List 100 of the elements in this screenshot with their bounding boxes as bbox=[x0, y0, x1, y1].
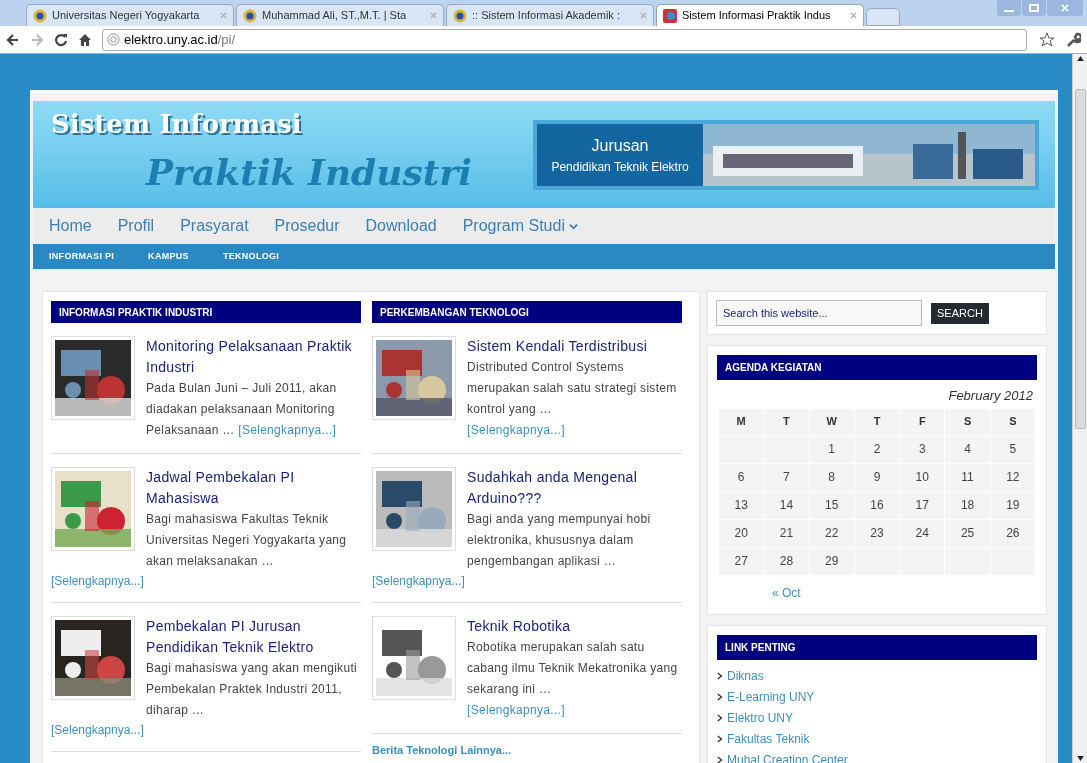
post-title[interactable]: Jadwal Pembekalan PI Mahasiswa bbox=[146, 467, 360, 509]
chevron-right-icon bbox=[717, 672, 723, 680]
calendar-day: 22 bbox=[809, 519, 854, 547]
address-bar[interactable]: elektro.uny.ac.id/pi/ bbox=[102, 28, 1027, 51]
favicon-icon bbox=[663, 8, 677, 23]
calendar-day: 14 bbox=[764, 491, 809, 519]
calendar-day: 16 bbox=[854, 491, 900, 519]
weekday-header: T bbox=[854, 408, 900, 435]
menu-link[interactable]: Download bbox=[365, 214, 437, 238]
menu-link[interactable]: Prasyarat bbox=[180, 214, 249, 238]
post-excerpt: Distributed Control Systems merupakan salah satu strategi sistem kontrol yang … bbox=[467, 359, 678, 418]
sub-menu-link[interactable]: KAMPUS bbox=[148, 249, 189, 264]
site-subtitle[interactable]: Praktik Industri bbox=[146, 145, 472, 199]
post-excerpt: Bagi mahasiswa Fakultas Teknik Universitas Negeri Yogyakarta yang akan melaksanakan … bbox=[146, 511, 348, 570]
calendar-day: 3 bbox=[900, 435, 945, 463]
read-more-link[interactable]: [Selengkapnya...] bbox=[51, 721, 361, 739]
calendar-day: 18 bbox=[945, 491, 990, 519]
crest-icon bbox=[33, 8, 47, 23]
calendar-day: 15 bbox=[809, 491, 854, 519]
link-item[interactable]: Fakultas Teknik bbox=[727, 730, 810, 748]
menu-link[interactable]: Profil bbox=[117, 214, 155, 238]
calendar-day: 23 bbox=[854, 519, 900, 547]
menu-link[interactable]: Prosedur bbox=[274, 214, 340, 238]
chevron-right-icon bbox=[717, 693, 723, 701]
link-item[interactable]: E-Learning UNY bbox=[727, 688, 815, 706]
scroll-thumb[interactable] bbox=[1074, 88, 1086, 429]
scroll-down-icon[interactable] bbox=[1076, 756, 1084, 761]
read-more-link[interactable]: [Selengkapnya...] bbox=[51, 572, 361, 590]
menu-link[interactable]: Home bbox=[49, 214, 92, 238]
browser-tab[interactable]: Sistem Informasi Praktik Indus bbox=[656, 4, 864, 26]
calendar-day: 11 bbox=[945, 463, 990, 491]
browser-tab[interactable]: Muhammad Ali, ST.,M.T. | Sta bbox=[236, 4, 444, 26]
calendar-day: 20 bbox=[719, 519, 764, 547]
weekday-header: S bbox=[945, 408, 990, 435]
crest-icon bbox=[453, 8, 467, 23]
weekday-header: W bbox=[809, 408, 854, 435]
chevron-down-icon bbox=[568, 221, 578, 231]
calendar-day: 29 bbox=[809, 547, 854, 575]
calendar-day: 1 bbox=[809, 435, 854, 463]
calendar-day: 8 bbox=[809, 463, 854, 491]
reload-icon[interactable] bbox=[54, 32, 68, 47]
weekday-header: S bbox=[990, 408, 1035, 435]
link-item[interactable]: Elektro UNY bbox=[727, 709, 794, 727]
calendar-day: 4 bbox=[945, 435, 990, 463]
wrench-icon[interactable] bbox=[1065, 31, 1081, 48]
chevron-right-icon bbox=[717, 714, 723, 722]
read-more-link[interactable]: [Selengkapnya...] bbox=[467, 700, 681, 721]
section-heading: LINK PENTING bbox=[717, 634, 1037, 660]
post-excerpt: Robotika merupakan salah satu cabang ilmu Teknik Mekatronika yang sekarang ini … bbox=[467, 639, 679, 698]
menu-link[interactable]: Program Studi bbox=[462, 214, 578, 238]
post-excerpt: Bagi mahasiswa yang akan mengikuti Pembekalan Praktek Industri 2011, diharap … bbox=[146, 660, 358, 719]
calendar-day: 10 bbox=[900, 463, 945, 491]
calendar-day: 25 bbox=[945, 519, 990, 547]
calendar-day: 12 bbox=[990, 463, 1035, 491]
star-icon[interactable] bbox=[1039, 31, 1055, 48]
link-item[interactable]: Diknas bbox=[727, 667, 764, 685]
read-more-link[interactable]: [Selengkapnya...] bbox=[372, 572, 682, 590]
scroll-up-icon[interactable] bbox=[1076, 56, 1084, 61]
sub-menu-link[interactable]: INFORMASI PI bbox=[49, 249, 115, 264]
post-title[interactable]: Sudahkah anda Mengenal Arduino??? bbox=[467, 467, 681, 509]
calendar-day: 5 bbox=[990, 435, 1035, 463]
scrollbar[interactable] bbox=[1072, 54, 1087, 763]
calendar-day: 2 bbox=[854, 435, 900, 463]
weekday-header: M bbox=[719, 408, 764, 435]
crest-icon bbox=[243, 8, 257, 23]
section-heading: PERKEMBANGAN TEKNOLOGI bbox=[372, 301, 682, 323]
post-excerpt: Pada Bulan Juni – Juli 2011, akan diadakan pelaksanaan Monitoring Pelaksanaan … [Selengkapnya...] bbox=[146, 380, 338, 439]
home-icon[interactable] bbox=[78, 32, 92, 47]
calendar-day: 9 bbox=[854, 463, 900, 491]
weekday-header: T bbox=[764, 408, 809, 435]
search-field[interactable]: Search this website... bbox=[716, 300, 922, 326]
calendar-day: 26 bbox=[990, 519, 1035, 547]
chevron-right-icon bbox=[717, 756, 723, 763]
calendar-day: 27 bbox=[719, 547, 764, 575]
banner-title: Jurusan bbox=[591, 135, 649, 156]
calendar-day: 19 bbox=[990, 491, 1035, 519]
sub-menu-link[interactable]: TEKNOLOGI bbox=[222, 249, 280, 264]
section-heading: AGENDA KEGIATAN bbox=[717, 355, 1037, 380]
read-more-link[interactable]: [Selengkapnya...] bbox=[467, 420, 681, 441]
browser-tab[interactable]: Universitas Negeri Yogyakarta bbox=[26, 4, 234, 26]
post-title[interactable]: Teknik Robotika bbox=[467, 616, 681, 637]
calendar-caption: February 2012 bbox=[947, 387, 1034, 405]
calendar-day: 6 bbox=[719, 463, 764, 491]
section-heading: INFORMASI PRAKTIK INDUSTRI bbox=[51, 301, 361, 323]
close-icon bbox=[1061, 4, 1069, 12]
calendar-day: 28 bbox=[764, 547, 809, 575]
calendar-day: 21 bbox=[764, 519, 809, 547]
back-arrow-icon[interactable] bbox=[6, 32, 20, 47]
post-title[interactable]: Sistem Kendali Terdistribusi bbox=[467, 336, 681, 357]
search-button[interactable]: SEARCH bbox=[931, 302, 989, 324]
more-news-link[interactable]: Berita Teknologi Lainnya... bbox=[372, 734, 682, 759]
calendar-day: 7 bbox=[764, 463, 809, 491]
post-excerpt: Bagi anda yang mempunyai hobi elektronika, khususnya dalam pengembangan aplikasi … bbox=[467, 511, 652, 570]
calendar-day: 13 bbox=[719, 491, 764, 519]
weekday-header: F bbox=[900, 408, 945, 435]
read-more-link[interactable]: [Selengkapnya...] bbox=[238, 423, 337, 437]
post-title[interactable]: Pembekalan PI Jurusan Pendidikan Teknik Elektro bbox=[146, 616, 360, 658]
post-title[interactable]: Monitoring Pelaksanaan Praktik Industri bbox=[146, 336, 360, 378]
browser-tab[interactable]: :: Sistem Informasi Akademik : bbox=[446, 4, 654, 26]
previous-month-link[interactable]: « Oct bbox=[717, 574, 1037, 602]
